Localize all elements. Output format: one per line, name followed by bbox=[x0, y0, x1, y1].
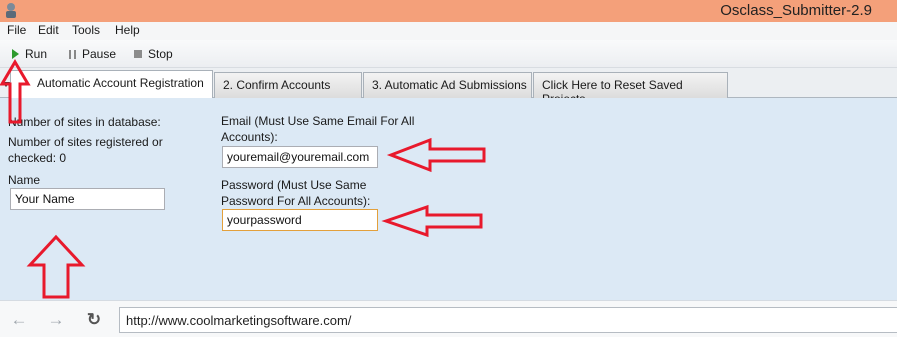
tab-label: 3. Automatic Ad Submissions bbox=[372, 78, 527, 92]
app-icon bbox=[6, 3, 16, 18]
password-label: Password (Must Use Same Password For All… bbox=[221, 178, 371, 208]
annotation-arrow-left-password bbox=[381, 204, 483, 238]
back-arrow-icon[interactable]: ← bbox=[8, 310, 30, 330]
menu-bar: File Edit Tools Help bbox=[0, 22, 897, 40]
sites-registered-label: Number of sites registered or checked: 0 bbox=[8, 135, 163, 165]
menu-file[interactable]: File bbox=[7, 23, 26, 37]
menu-help[interactable]: Help bbox=[115, 23, 140, 37]
password-input[interactable] bbox=[222, 209, 378, 231]
tab-account-registration[interactable]: Automatic Account Registration bbox=[10, 70, 213, 99]
tab-label: Automatic Account Registration bbox=[37, 76, 204, 90]
stop-icon bbox=[134, 50, 142, 58]
sites-in-database-label: Number of sites in database: bbox=[8, 115, 161, 129]
title-bar: Osclass_Submitter-2.9 bbox=[0, 0, 897, 22]
toolbar: Run Pause Stop bbox=[0, 40, 897, 68]
menu-edit[interactable]: Edit bbox=[38, 23, 59, 37]
pause-button[interactable]: Pause bbox=[69, 46, 116, 62]
stop-label: Stop bbox=[148, 47, 173, 61]
window-title: Osclass_Submitter-2.9 bbox=[720, 2, 872, 19]
annotation-arrow-left-email bbox=[386, 137, 486, 173]
pause-icon bbox=[69, 49, 76, 59]
registration-panel: Number of sites in database: Number of s… bbox=[0, 98, 897, 300]
tab-label: 2. Confirm Accounts bbox=[223, 78, 331, 92]
forward-arrow-icon[interactable]: → bbox=[45, 310, 67, 330]
url-input[interactable] bbox=[119, 307, 897, 333]
name-label: Name bbox=[8, 173, 41, 187]
pause-label: Pause bbox=[82, 47, 117, 61]
browser-nav-bar: ← → ↻ bbox=[0, 300, 897, 337]
annotation-arrow-up-name bbox=[26, 234, 86, 299]
play-icon bbox=[12, 49, 19, 59]
tab-confirm-accounts[interactable]: 2. Confirm Accounts bbox=[214, 72, 362, 98]
stop-button[interactable]: Stop bbox=[134, 46, 173, 62]
tab-ad-submissions[interactable]: 3. Automatic Ad Submissions bbox=[363, 72, 532, 98]
run-label: Run bbox=[25, 47, 48, 61]
refresh-icon[interactable]: ↻ bbox=[83, 310, 105, 330]
menu-tools[interactable]: Tools bbox=[72, 23, 100, 37]
tab-strip: Automatic Account Registration 2. Confir… bbox=[0, 68, 897, 106]
tab-reset-projects[interactable]: Click Here to Reset Saved Projects bbox=[533, 72, 728, 106]
name-input[interactable] bbox=[10, 188, 165, 210]
annotation-arrow-up-run bbox=[0, 59, 31, 124]
email-input[interactable] bbox=[222, 146, 378, 168]
